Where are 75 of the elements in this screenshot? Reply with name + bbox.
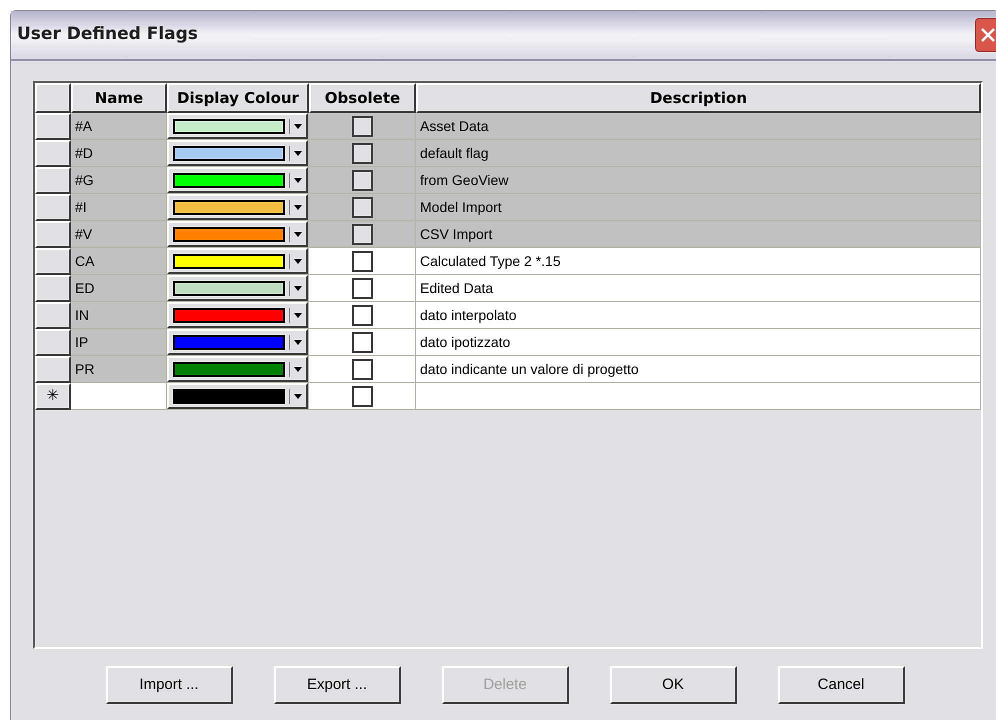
obsolete-checkbox[interactable] — [352, 142, 372, 164]
name-cell: #A — [71, 113, 167, 140]
colour-dropdown[interactable] — [167, 221, 308, 247]
caret-icon — [294, 394, 302, 398]
colour-dropdown[interactable] — [167, 140, 308, 166]
colour-dropdown[interactable] — [167, 113, 308, 139]
obsolete-checkbox[interactable] — [352, 332, 372, 352]
close-icon — [980, 27, 996, 43]
caret-icon — [294, 204, 302, 210]
colour-dropdown[interactable] — [167, 302, 308, 328]
obsolete-checkbox[interactable] — [352, 250, 372, 272]
description-cell: dato interpolato — [416, 302, 981, 329]
name-cell: ED — [71, 275, 167, 302]
row-header[interactable] — [35, 329, 71, 356]
obsolete-checkbox[interactable] — [352, 224, 372, 244]
description-cell: from GeoView — [416, 167, 981, 194]
row-header[interactable] — [35, 140, 71, 167]
row-header[interactable] — [35, 221, 71, 248]
column-header[interactable]: Name — [71, 83, 167, 113]
colour-dropdown[interactable] — [167, 275, 308, 301]
column-header[interactable]: Obsolete — [309, 83, 416, 113]
name-cell: #G — [71, 167, 167, 194]
dialog-button[interactable]: Export ... — [274, 666, 400, 704]
name-cell: #I — [71, 194, 167, 221]
name-cell: IN — [71, 302, 167, 329]
colour-dropdown[interactable] — [167, 329, 308, 355]
close-button[interactable] — [975, 18, 996, 52]
name-cell: CA — [71, 248, 167, 275]
caret-icon — [294, 150, 302, 156]
row-header[interactable] — [35, 356, 71, 383]
dialog-button[interactable]: Import ... — [106, 666, 232, 704]
obsolete-checkbox[interactable] — [352, 278, 372, 298]
obsolete-checkbox[interactable] — [352, 386, 372, 406]
column-header[interactable]: Description — [416, 83, 981, 113]
colour-dropdown[interactable] — [167, 356, 308, 382]
row-header[interactable] — [35, 275, 71, 302]
description-cell: CSV Import — [416, 221, 981, 248]
obsolete-checkbox[interactable] — [352, 116, 372, 136]
dialog-button[interactable]: Cancel — [778, 666, 904, 704]
dialog-button[interactable]: OK — [610, 666, 736, 704]
description-cell: Calculated Type 2 *.15 — [416, 248, 981, 275]
colour-dropdown[interactable] — [167, 194, 308, 220]
caret-icon — [294, 340, 302, 344]
obsolete-checkbox[interactable] — [352, 358, 372, 380]
row-header[interactable]: ✳ — [35, 383, 71, 410]
colour-dropdown[interactable] — [167, 248, 308, 274]
caret-icon — [294, 286, 302, 290]
description-cell: Asset Data — [416, 113, 981, 140]
obsolete-checkbox[interactable] — [352, 304, 372, 326]
colour-dropdown[interactable] — [167, 383, 308, 409]
caret-icon — [294, 312, 302, 318]
name-cell: #D — [71, 140, 167, 167]
column-header[interactable]: Display Colour — [167, 83, 309, 113]
colour-dropdown[interactable] — [167, 167, 308, 193]
row-header[interactable] — [35, 194, 71, 221]
description-cell: dato ipotizzato — [416, 329, 981, 356]
description-cell: default flag — [416, 140, 981, 167]
name-cell: PR — [71, 356, 167, 383]
obsolete-checkbox[interactable] — [352, 196, 372, 218]
row-header[interactable] — [35, 113, 71, 140]
caret-icon — [294, 232, 302, 236]
row-header[interactable] — [35, 248, 71, 275]
row-header[interactable] — [35, 167, 71, 194]
caret-icon — [294, 124, 302, 128]
caret-icon — [294, 366, 302, 372]
description-cell: Edited Data — [416, 275, 981, 302]
window-title: User Defined Flags — [17, 23, 198, 46]
name-cell: IP — [71, 329, 167, 356]
description-cell: Model Import — [416, 194, 981, 221]
name-cell: #V — [71, 221, 167, 248]
obsolete-checkbox[interactable] — [352, 170, 372, 190]
caret-icon — [294, 178, 302, 182]
caret-icon — [294, 258, 302, 264]
description-cell: dato indicante un valore di progetto — [416, 356, 981, 383]
row-header[interactable] — [35, 302, 71, 329]
